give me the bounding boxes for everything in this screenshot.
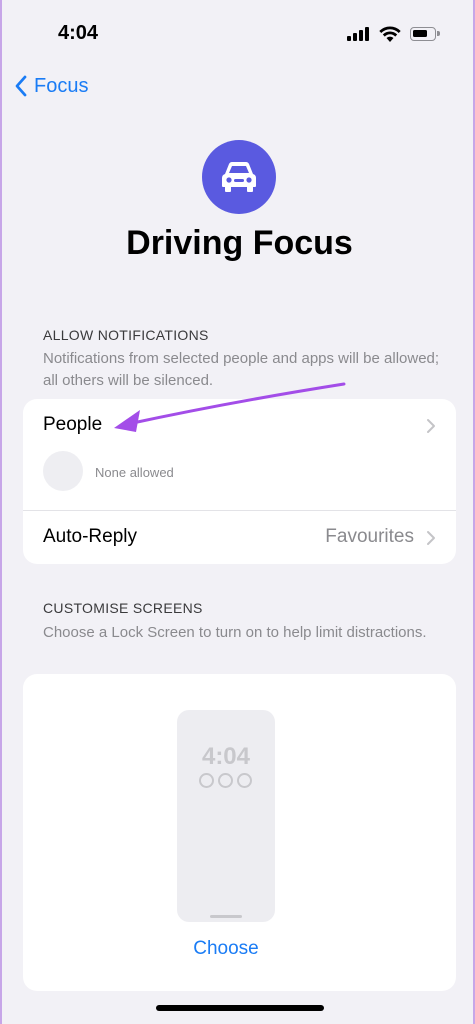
lock-screen-card: 4:04 Choose [23,674,456,991]
auto-reply-label: Auto-Reply [43,526,137,547]
widget-dots [199,773,255,789]
battery-icon [410,27,440,41]
home-bar-preview [210,915,242,918]
lock-screen-time: 4:04 [201,743,251,770]
back-button[interactable]: Focus [14,70,88,102]
people-status: None allowed [95,465,174,480]
car-icon [222,162,256,192]
home-indicator [156,1005,324,1011]
cellular-signal-icon [347,27,371,41]
wifi-icon [379,26,401,42]
customise-screens-description: Choose a Lock Screen to turn on to help … [43,624,427,641]
auto-reply-value: Favourites [325,526,414,547]
people-label: People [43,414,103,435]
screen: 4:04 Focus Driving Focus ALLOW NOTIFICAT… [0,0,475,1024]
avatar-placeholder [43,451,83,491]
customise-screens-header: CUSTOMISE SCREENS [43,600,203,616]
status-time: 4:04 [58,22,99,44]
chevron-right-icon [427,531,435,545]
back-label: Focus [34,74,89,97]
page-title: Driving Focus [126,224,353,262]
annotation-arrow-icon [114,382,346,432]
allow-notifications-header: ALLOW NOTIFICATIONS [43,327,209,343]
chevron-right-icon [427,419,435,433]
chevron-left-icon [15,75,27,97]
status-icons [347,25,447,45]
choose-button[interactable]: Choose [23,938,429,960]
auto-reply-row[interactable]: Auto-Reply Favourites [23,511,456,564]
driving-focus-icon [202,140,276,214]
lock-screen-preview[interactable]: 4:04 [177,710,275,922]
